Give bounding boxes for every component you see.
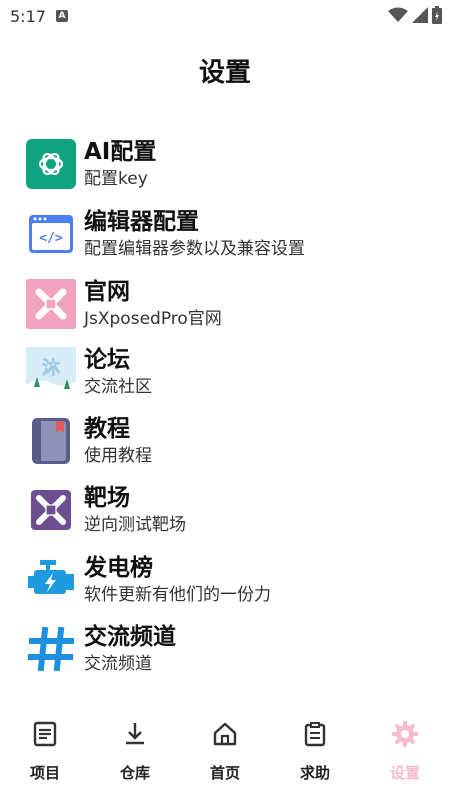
nav-label: 设置: [389, 764, 420, 782]
nav-label: 求助: [299, 764, 330, 782]
item-title: 教程: [84, 416, 130, 442]
settings-item-sponsors[interactable]: 发电榜 软件更新有他们的一份力: [26, 550, 426, 610]
status-indicators: [388, 6, 442, 24]
settings-item-channel[interactable]: 交流频道 交流频道: [26, 619, 426, 679]
nav-projects[interactable]: 项目: [0, 712, 90, 792]
settings-item-target-range[interactable]: 靶场 逆向测试靶场: [26, 480, 426, 540]
download-icon: [121, 720, 149, 748]
nav-home[interactable]: 首页: [180, 712, 270, 792]
item-title: 论坛: [84, 347, 130, 373]
item-title: 编辑器配置: [84, 209, 199, 235]
book-icon: [26, 416, 76, 466]
nav-help[interactable]: 求助: [270, 712, 360, 792]
home-icon: [211, 720, 239, 748]
website-logo-icon: [26, 279, 76, 329]
clipboard-icon: [301, 720, 329, 748]
page-title: 设置: [198, 58, 251, 88]
item-subtitle: 交流社区: [84, 377, 152, 397]
svg-text:沐: 沐: [42, 357, 61, 379]
code-editor-icon: </>: [26, 209, 76, 259]
signal-icon: [412, 7, 428, 23]
nav-label: 仓库: [119, 764, 150, 782]
item-subtitle: 软件更新有他们的一份力: [84, 585, 271, 605]
item-subtitle: 交流频道: [84, 654, 152, 674]
item-title: 发电榜: [84, 555, 153, 581]
settings-item-website[interactable]: 官网 JsXposedPro官网: [26, 274, 426, 334]
nav-repository[interactable]: 仓库: [90, 712, 180, 792]
status-time: 5:17: [10, 6, 46, 26]
item-subtitle: 配置key: [84, 169, 148, 189]
notification-icon: A: [55, 10, 68, 22]
item-subtitle: 使用教程: [84, 446, 152, 466]
settings-item-editor-config[interactable]: </> 编辑器配置 配置编辑器参数以及兼容设置: [26, 204, 426, 264]
engine-icon: [26, 555, 76, 605]
settings-item-tutorial[interactable]: 教程 使用教程: [26, 411, 426, 471]
forum-icon: 沐: [26, 347, 76, 397]
nav-settings[interactable]: 设置: [360, 712, 450, 792]
item-subtitle: JsXposedPro官网: [84, 309, 222, 329]
nav-label: 首页: [209, 764, 240, 782]
item-title: AI配置: [84, 139, 157, 165]
bottom-nav: 项目 仓库 首页 求助 设置: [0, 712, 450, 792]
target-range-icon: [26, 485, 76, 535]
document-icon: [31, 720, 59, 748]
settings-item-ai-config[interactable]: AI配置 配置key: [26, 134, 426, 194]
hashtag-icon: [26, 624, 76, 674]
item-title: 交流频道: [84, 624, 176, 650]
battery-icon: [432, 6, 442, 24]
settings-item-forum[interactable]: 沐 论坛 交流社区: [26, 342, 426, 402]
openai-icon: [26, 139, 76, 189]
item-title: 靶场: [84, 485, 130, 511]
wifi-icon: [388, 7, 408, 22]
svg-text:</>: </>: [39, 231, 63, 246]
gear-icon: [391, 720, 419, 748]
item-title: 官网: [84, 279, 130, 305]
status-bar: 5:17 A: [0, 0, 450, 32]
nav-label: 项目: [29, 764, 60, 782]
item-subtitle: 配置编辑器参数以及兼容设置: [84, 239, 305, 259]
item-subtitle: 逆向测试靶场: [84, 515, 186, 535]
